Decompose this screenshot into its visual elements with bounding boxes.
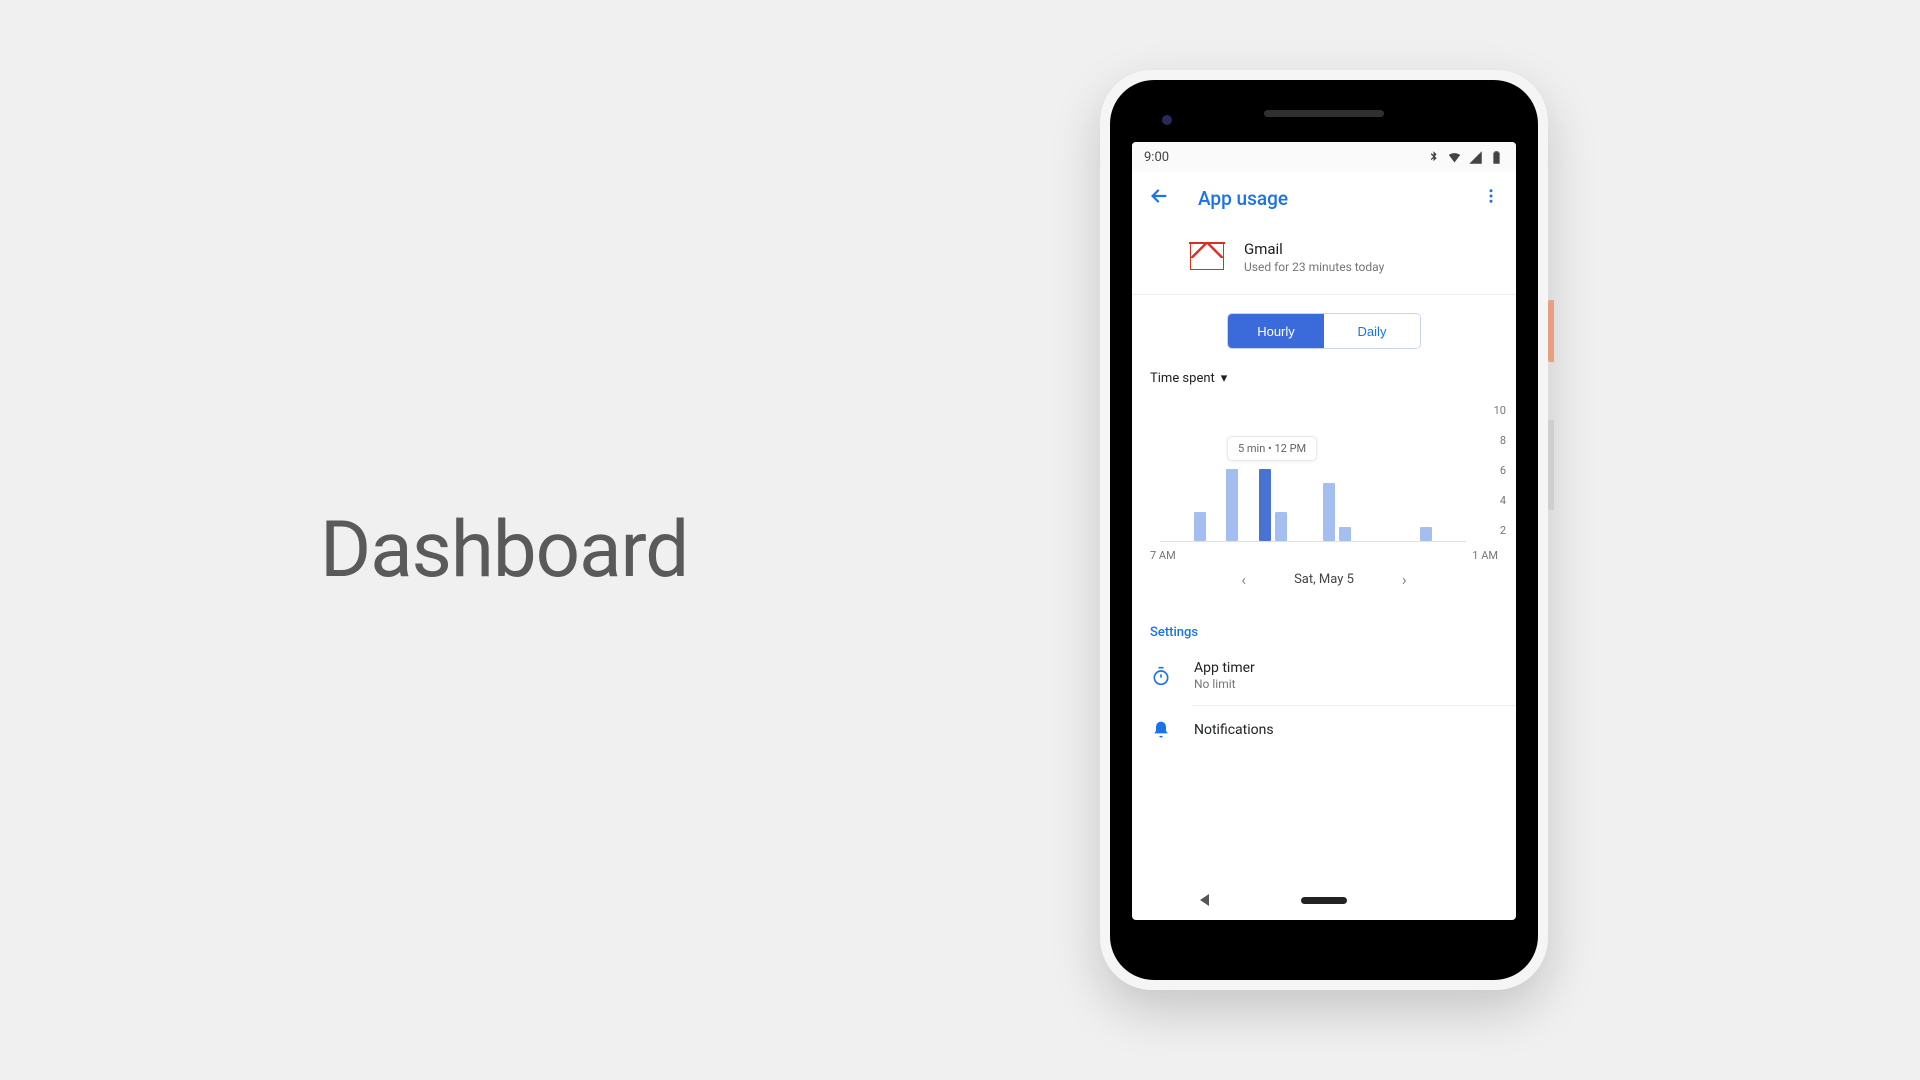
prev-day-button[interactable]: ‹ (1241, 570, 1246, 589)
chart-bar[interactable] (1224, 469, 1240, 541)
gmail-icon (1190, 244, 1224, 270)
phone-frame: 9:00 App usage (1100, 70, 1548, 990)
nav-back-button[interactable] (1200, 894, 1209, 906)
app-usage-subtitle: Used for 23 minutes today (1244, 260, 1384, 274)
chevron-down-icon: ▾ (1221, 371, 1228, 386)
nav-home-pill[interactable] (1301, 897, 1347, 904)
bell-icon (1150, 720, 1172, 740)
notifications-title: Notifications (1194, 722, 1274, 738)
notifications-row[interactable]: Notifications (1132, 706, 1516, 754)
x-axis-start-label: 7 AM (1150, 549, 1176, 562)
metric-dropdown[interactable]: Time spent ▾ (1132, 367, 1516, 394)
chart-bar[interactable] (1257, 469, 1273, 541)
back-arrow-icon[interactable] (1148, 185, 1170, 211)
slide-title: Dashboard (320, 505, 688, 596)
daily-toggle[interactable]: Daily (1324, 314, 1420, 348)
status-time: 9:00 (1144, 150, 1169, 165)
chart-bar[interactable] (1192, 512, 1208, 541)
chart-bar[interactable] (1321, 483, 1337, 541)
app-timer-subtitle: No limit (1194, 677, 1255, 691)
y-axis-ticks: 10 8 6 4 2 (1494, 404, 1506, 554)
wifi-icon (1447, 150, 1462, 165)
chart-bars (1160, 398, 1466, 542)
phone-screen: 9:00 App usage (1132, 142, 1516, 920)
status-bar: 9:00 (1132, 142, 1516, 172)
timer-icon (1150, 666, 1172, 686)
appbar-title: App usage (1198, 187, 1454, 210)
settings-header: Settings (1132, 609, 1516, 646)
hourly-toggle[interactable]: Hourly (1228, 314, 1324, 348)
phone-speaker (1264, 110, 1384, 117)
battery-icon (1489, 150, 1504, 165)
signal-icon (1468, 150, 1483, 165)
chart-bar[interactable] (1273, 512, 1289, 541)
app-timer-row[interactable]: App timer No limit (1132, 646, 1516, 705)
phone-camera-dot (1162, 115, 1172, 125)
app-bar: App usage (1132, 172, 1516, 224)
metric-dropdown-label: Time spent (1150, 371, 1215, 386)
chart-bar[interactable] (1337, 527, 1353, 541)
phone-volume-button (1548, 420, 1554, 510)
date-nav: ‹ Sat, May 5 › (1132, 564, 1516, 609)
app-timer-title: App timer (1194, 660, 1255, 676)
next-day-button[interactable]: › (1402, 570, 1407, 589)
more-vert-icon[interactable] (1482, 187, 1500, 209)
chart-bar[interactable] (1418, 527, 1434, 541)
x-axis-labels: 7 AM 1 AM (1150, 549, 1498, 562)
app-header: Gmail Used for 23 minutes today (1132, 224, 1516, 294)
view-toggle: Hourly Daily (1132, 295, 1516, 367)
bluetooth-icon (1426, 150, 1441, 165)
usage-chart: 10 8 6 4 2 5 min • 12 PM 7 AM 1 AM (1132, 394, 1516, 564)
android-navbar (1132, 880, 1516, 920)
current-date: Sat, May 5 (1294, 572, 1354, 587)
phone-power-button (1548, 300, 1554, 362)
app-name: Gmail (1244, 240, 1384, 258)
x-axis-end-label: 1 AM (1472, 549, 1498, 562)
